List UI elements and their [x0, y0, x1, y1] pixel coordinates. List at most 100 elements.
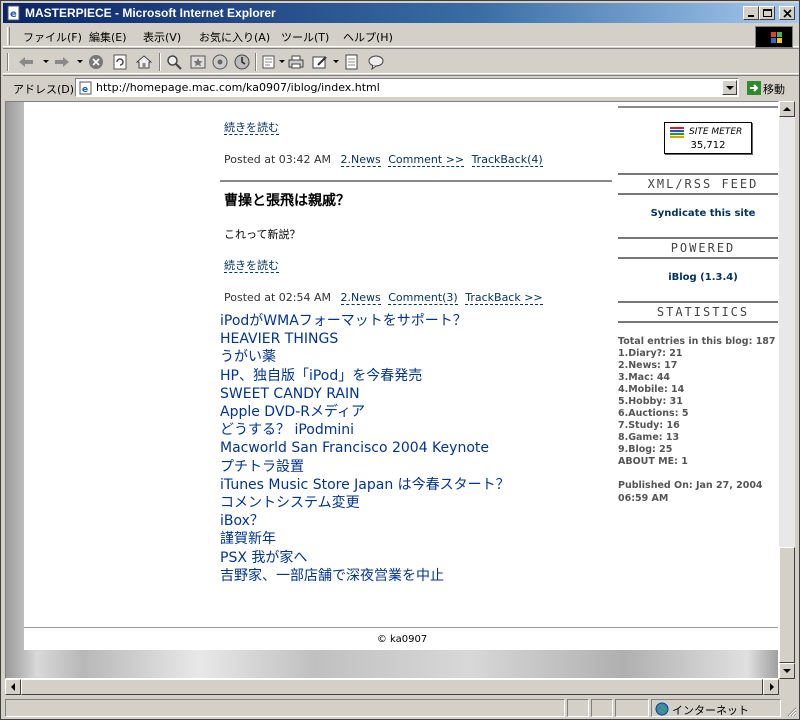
- vertical-scroll-thumb[interactable]: [779, 547, 795, 663]
- home-button[interactable]: [135, 53, 153, 71]
- menu-help[interactable]: ヘルプ(H): [343, 29, 393, 45]
- back-dropdown-icon[interactable]: [43, 60, 49, 63]
- page-icon: e: [79, 81, 92, 95]
- stat-category: 4.Mobile: 14: [618, 384, 685, 395]
- ie-page-icon: e: [7, 5, 20, 21]
- vertical-scrollbar[interactable]: [779, 101, 795, 679]
- title-bar[interactable]: e MASTERPIECE - Microsoft Internet Explo…: [3, 3, 799, 23]
- menu-favorites[interactable]: お気に入り(A): [199, 29, 270, 45]
- recent-entry-link[interactable]: うがい薬: [220, 348, 510, 366]
- entry-comment-link[interactable]: Comment >>: [388, 153, 465, 167]
- address-label: アドレス(D): [13, 83, 75, 96]
- recent-entry-link[interactable]: 吉野家、一部店舗で深夜営業を中止: [220, 567, 510, 585]
- scroll-up-button[interactable]: [779, 101, 795, 117]
- search-icon: [167, 55, 182, 70]
- media-button[interactable]: [211, 53, 229, 71]
- address-url: http://homepage.mac.com/ka0907/iblog/ind…: [96, 81, 380, 94]
- browser-window: e MASTERPIECE - Microsoft Internet Explo…: [0, 0, 800, 720]
- recent-entry-link[interactable]: コメントシステム変更: [220, 494, 510, 512]
- menu-edit[interactable]: 編集(E): [89, 29, 127, 45]
- sidebar-divider: [618, 106, 778, 108]
- menu-file[interactable]: ファイル(F): [23, 29, 82, 45]
- menu-view[interactable]: 表示(V): [143, 29, 181, 45]
- recent-entry-link[interactable]: HP、独自版「iPod」を今春発売: [220, 367, 510, 385]
- close-button[interactable]: [779, 6, 795, 20]
- toolbar-grip[interactable]: [7, 53, 9, 71]
- powered-heading: POWERED: [618, 237, 778, 259]
- iblog-link[interactable]: iBlog (1.3.4): [618, 272, 778, 283]
- refresh-button[interactable]: [111, 53, 129, 71]
- recent-entry-link[interactable]: どうする？ iPodmini: [220, 421, 510, 439]
- messenger-button[interactable]: [367, 53, 385, 71]
- read-more-link[interactable]: 続きを読む: [224, 121, 279, 135]
- entry-trackback-link[interactable]: TrackBack >>: [465, 291, 543, 305]
- stat-category: ABOUT ME: 1: [618, 456, 688, 466]
- print-button[interactable]: [287, 53, 305, 71]
- minimize-button[interactable]: [743, 6, 759, 20]
- entry-title: 曹操と張飛は親戚？: [224, 193, 350, 209]
- address-input[interactable]: e http://homepage.mac.com/ka0907/iblog/i…: [75, 78, 739, 97]
- recent-entry-link[interactable]: SWEET CANDY RAIN: [220, 385, 510, 403]
- entry-category-link[interactable]: 2.News: [340, 291, 381, 305]
- discuss-button[interactable]: [343, 53, 361, 71]
- edit-button[interactable]: [311, 53, 329, 71]
- entry-posted-line: Posted at 03:42 AM 2.News Comment >> Tra…: [224, 153, 543, 167]
- stop-button[interactable]: [87, 53, 105, 71]
- site-meter-badge[interactable]: SITE METER 35,712: [664, 122, 752, 154]
- forward-button[interactable]: [53, 53, 71, 71]
- mail-dropdown-icon[interactable]: [279, 60, 285, 63]
- published-date: Published On: Jan 27, 2004: [618, 480, 763, 491]
- stat-category: 5.Hobby: 31: [618, 396, 683, 407]
- page-viewport[interactable]: 続きを読む Posted at 03:42 AM 2.News Comment …: [5, 101, 779, 679]
- horizontal-scrollbar[interactable]: [5, 679, 779, 695]
- entry-comment-link[interactable]: Comment(3): [388, 291, 458, 305]
- forward-dropdown-icon[interactable]: [77, 60, 83, 63]
- statistics-heading: STATISTICS: [618, 301, 778, 323]
- recent-entry-link[interactable]: プチトラ設置: [220, 458, 510, 476]
- recent-entry-link[interactable]: HEAVIER THINGS: [220, 330, 510, 348]
- scroll-left-button[interactable]: [5, 679, 21, 695]
- mail-button[interactable]: [261, 53, 279, 71]
- recent-entry-link[interactable]: iTunes Music Store Japan は今春スタート？: [220, 476, 510, 494]
- edit-icon: [312, 56, 327, 69]
- entry-trackback-link[interactable]: TrackBack(4): [471, 153, 543, 167]
- toolbar-separator: [255, 53, 257, 71]
- scroll-right-button[interactable]: [763, 679, 779, 695]
- back-button[interactable]: [17, 53, 35, 71]
- recent-entry-link[interactable]: Apple DVD-Rメディア: [220, 403, 510, 421]
- horizontal-scroll-thumb[interactable]: [21, 679, 763, 695]
- search-button[interactable]: [165, 53, 183, 71]
- recent-entries-list: iPodがWMAフォーマットをサポート？ HEAVIER THINGS うがい薬…: [220, 312, 510, 585]
- menu-tools[interactable]: ツール(T): [281, 29, 329, 45]
- maximize-button[interactable]: [759, 6, 775, 20]
- syndicate-link[interactable]: Syndicate this site: [618, 208, 778, 219]
- entry-posted-line: Posted at 02:54 AM 2.News Comment(3) Tra…: [224, 291, 543, 305]
- recent-entry-link[interactable]: iPodがWMAフォーマットをサポート？: [220, 312, 510, 330]
- scroll-down-button[interactable]: [779, 663, 795, 679]
- entry-category-link[interactable]: 2.News: [340, 153, 381, 167]
- site-meter-title: SITE METER: [689, 127, 743, 137]
- site-meter-icon: [670, 127, 684, 138]
- resize-grip-icon[interactable]: [785, 705, 797, 717]
- menu-bar: ファイル(F) 編集(E) 表示(V) お気に入り(A) ツール(T) ヘルプ(…: [3, 25, 799, 48]
- go-button[interactable]: 移動: [745, 78, 797, 97]
- recent-entry-link[interactable]: 謹賀新年: [220, 530, 510, 548]
- history-button[interactable]: [233, 53, 251, 71]
- entry-posted-time: Posted at 02:54 AM: [224, 291, 332, 304]
- favorites-button[interactable]: [189, 53, 207, 71]
- read-more-link[interactable]: 続きを読む: [224, 259, 279, 273]
- scroll-right-arrow-icon: [770, 683, 774, 691]
- security-zone-pane[interactable]: インターネット: [651, 699, 781, 717]
- recent-entry-link[interactable]: iBox？: [220, 512, 510, 530]
- edit-dropdown-icon[interactable]: [333, 60, 339, 63]
- recent-entry-link[interactable]: PSX 我が家へ: [220, 549, 510, 567]
- menubar-grip[interactable]: [7, 27, 10, 45]
- window-title: MASTERPIECE - Microsoft Internet Explore…: [25, 6, 276, 20]
- scroll-left-arrow-icon: [11, 683, 15, 691]
- address-dropdown-button[interactable]: [722, 80, 737, 95]
- printer-icon: [288, 55, 304, 69]
- recent-entry-link[interactable]: Macworld San Francisco 2004 Keynote: [220, 439, 510, 457]
- discuss-icon: [345, 54, 358, 70]
- status-text-pane: [5, 699, 565, 717]
- windows-logo-icon: [755, 26, 793, 48]
